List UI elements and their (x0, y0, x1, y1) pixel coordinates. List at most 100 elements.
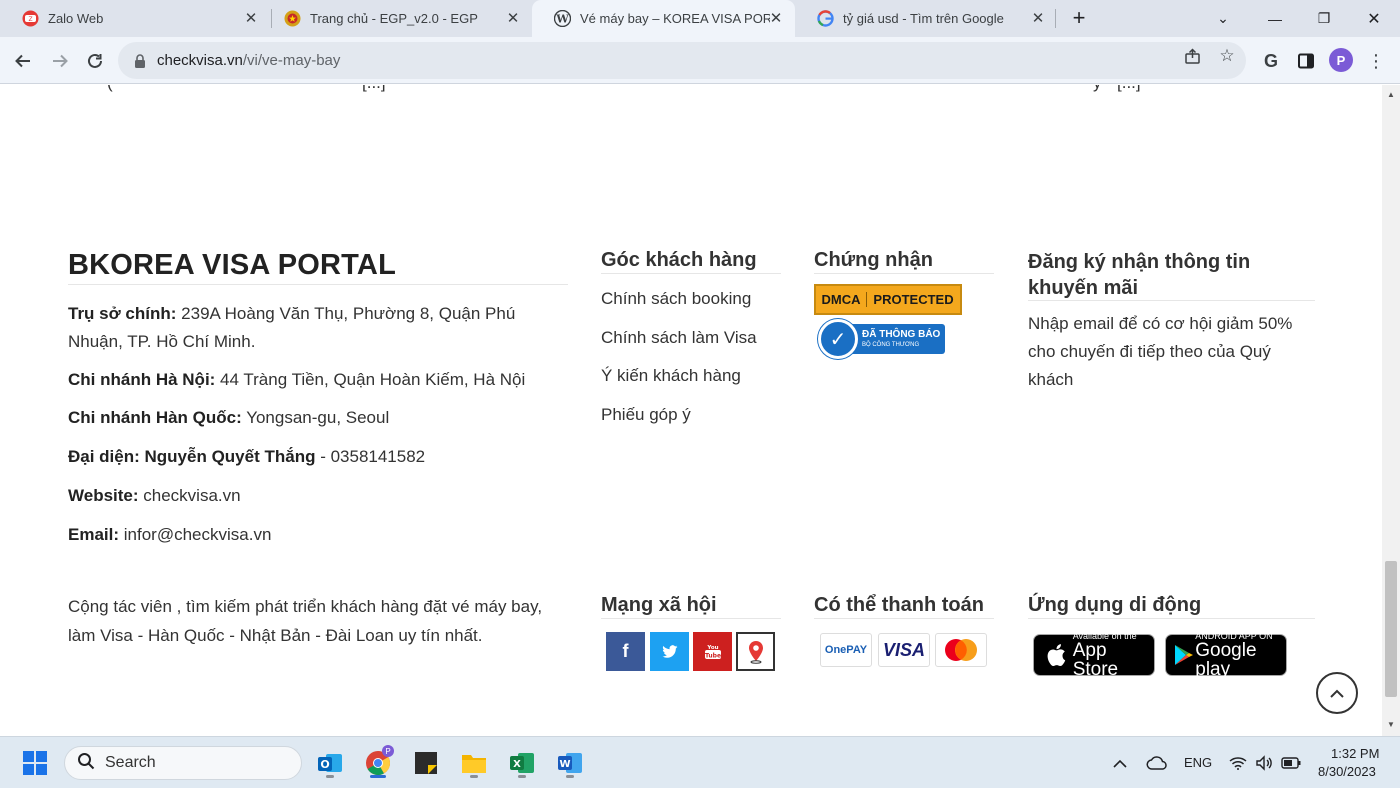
visa-logo: VISA (878, 633, 930, 667)
clipped-text: [...] (362, 85, 386, 93)
apple-icon (1040, 643, 1073, 667)
mobile-apps-title: Ứng dụng di động (1028, 594, 1202, 616)
svg-text:X: X (513, 759, 521, 770)
head-office-info: Trụ sở chính: 239A Hoàng Văn Thụ, Phường… (68, 304, 516, 351)
new-tab-button[interactable]: + (1068, 7, 1090, 29)
divider (814, 618, 994, 619)
collaborator-blurb: Cộng tác viên , tìm kiếm phát triển khác… (68, 597, 543, 645)
zalo-icon: Z (22, 10, 39, 27)
svg-text:Tube: Tube (704, 652, 720, 659)
youtube-icon[interactable]: Tube You (693, 632, 732, 671)
visa-policy-link[interactable]: Chính sách làm Visa (601, 328, 757, 348)
onepay-logo: OnePAY (820, 633, 872, 667)
twitter-icon[interactable] (650, 632, 689, 671)
close-icon[interactable]: ✕ (1029, 9, 1047, 27)
taskbar-search[interactable]: Search (64, 746, 302, 780)
file-explorer-icon[interactable] (456, 745, 492, 781)
mastercard-logo (935, 633, 987, 667)
feedback-form-link[interactable]: Phiếu góp ý (601, 405, 691, 425)
customer-corner-title: Góc khách hàng (601, 249, 757, 271)
volume-icon[interactable] (1250, 745, 1278, 781)
close-icon[interactable]: ✕ (242, 9, 260, 27)
windows-start-icon[interactable] (17, 745, 53, 781)
hanoi-branch-info: Chi nhánh Hà Nội: 44 Tràng Tiền, Quận Ho… (68, 370, 526, 389)
chevron-up-icon[interactable] (1103, 745, 1137, 781)
share-icon[interactable] (1182, 46, 1202, 66)
google-icon (817, 10, 834, 27)
ministry-notified-badge[interactable]: ✓ ĐÃ THÔNG BÁO BỘ CÔNG THƯƠNG (818, 319, 945, 359)
booking-policy-link[interactable]: Chính sách booking (601, 289, 751, 309)
korea-branch-info: Chi nhánh Hàn Quốc: Yongsan-gu, Seoul (68, 408, 390, 427)
address-bar[interactable]: checkvisa.vn/vi/ve-may-bay (118, 42, 1246, 79)
social-title: Mạng xã hội (601, 594, 717, 616)
sticky-notes-icon[interactable] (408, 745, 444, 781)
grammarly-extension-icon[interactable]: G (1258, 48, 1284, 74)
scroll-up-arrow-icon[interactable]: ▲ (1386, 91, 1396, 99)
minimize-button[interactable]: — (1251, 0, 1299, 37)
tab-separator (1055, 9, 1056, 28)
certification-title: Chứng nhận (814, 249, 933, 271)
clipped-text: y (1093, 85, 1102, 93)
word-icon[interactable]: W (552, 745, 588, 781)
windows-taskbar: Search O P X W ENG 1:32 PM 8/30/2023 (0, 736, 1400, 788)
back-to-top-button[interactable] (1316, 672, 1358, 714)
representative-info: Đại diện: Nguyễn Quyết Thắng - 035814158… (68, 447, 426, 466)
close-icon[interactable]: ✕ (504, 9, 522, 27)
dmca-protected-badge[interactable]: DMCA PROTECTED (814, 284, 962, 315)
scrollbar-thumb[interactable] (1385, 561, 1397, 697)
excel-icon[interactable]: X (504, 745, 540, 781)
close-window-button[interactable]: ✕ (1350, 0, 1398, 37)
bookmark-star-icon[interactable]: ☆ (1217, 46, 1237, 66)
email-info: Email: infor@checkvisa.vn (68, 525, 272, 544)
divider (601, 273, 781, 274)
tab-korea-visa-portal[interactable]: W Vé máy bay – KOREA VISA PORTAL ✕ (532, 0, 795, 37)
battery-icon[interactable] (1277, 745, 1305, 781)
footer-brand-title: BKOREA VISA PORTAL (68, 249, 396, 281)
page-content: ( [...] y [...] BKOREA VISA PORTAL Trụ s… (0, 85, 1382, 736)
svg-text:You: You (706, 645, 718, 651)
customer-feedback-link[interactable]: Ý kiến khách hàng (601, 366, 741, 386)
tab-google-search[interactable]: tỷ giá usd - Tìm trên Google ✕ (795, 0, 1057, 37)
website-info: Website: checkvisa.vn (68, 486, 241, 505)
side-panel-icon[interactable] (1293, 48, 1319, 74)
clock-date[interactable]: 8/30/2023 (1318, 764, 1376, 779)
facebook-icon[interactable]: f (606, 632, 645, 671)
divider (1028, 618, 1315, 619)
lock-icon[interactable] (132, 53, 148, 69)
tab-strip: Z Zalo Web ✕ Trang chủ - EGP_v2.0 - EGP … (0, 0, 1400, 37)
clock-time[interactable]: 1:32 PM (1331, 746, 1379, 761)
divider (1028, 300, 1315, 301)
google-play-badge[interactable]: ANDROID APP ON Google play (1165, 631, 1287, 679)
page-scrollbar[interactable]: ▲ ▼ (1382, 85, 1400, 736)
tab-title: Zalo Web (48, 11, 104, 26)
back-button[interactable] (10, 48, 36, 74)
tab-egp[interactable]: Trang chủ - EGP_v2.0 - EGP ✕ (262, 0, 532, 37)
profile-avatar[interactable]: P (1329, 48, 1353, 72)
restore-button[interactable]: ❐ (1300, 0, 1348, 37)
onedrive-cloud-icon[interactable] (1140, 745, 1174, 781)
search-icon (77, 752, 95, 775)
tab-zalo[interactable]: Z Zalo Web ✕ (0, 0, 270, 37)
profile-badge-icon: P (382, 745, 394, 757)
outlook-icon[interactable]: O (312, 745, 348, 781)
wifi-icon[interactable] (1224, 745, 1252, 781)
newsletter-title: Đăng ký nhận thông tin khuyến mãi (1028, 251, 1251, 299)
divider (601, 618, 781, 619)
forward-button[interactable] (47, 48, 73, 74)
scroll-down-arrow-icon[interactable]: ▼ (1386, 721, 1396, 729)
map-pin-icon[interactable] (736, 632, 775, 671)
clipped-text: [...] (1117, 85, 1141, 93)
tab-search-chevron-icon[interactable]: ⌄ (1199, 0, 1247, 37)
play-store-icon (1172, 644, 1195, 666)
reload-button[interactable] (82, 48, 108, 74)
browser-toolbar: checkvisa.vn/vi/ve-may-bay ☆ G P ⋮ (0, 37, 1400, 84)
wordpress-icon: W (554, 10, 571, 27)
language-indicator[interactable]: ENG (1184, 755, 1212, 770)
checkmark-icon: ✓ (818, 319, 858, 359)
menu-kebab-icon[interactable]: ⋮ (1363, 48, 1389, 74)
tab-title: tỷ giá usd - Tìm trên Google (843, 11, 1004, 26)
app-store-badge[interactable]: Available on the App Store (1033, 631, 1155, 679)
close-icon[interactable]: ✕ (767, 9, 785, 27)
payment-title: Có thể thanh toán (814, 594, 984, 616)
chrome-icon[interactable]: P (360, 745, 396, 781)
